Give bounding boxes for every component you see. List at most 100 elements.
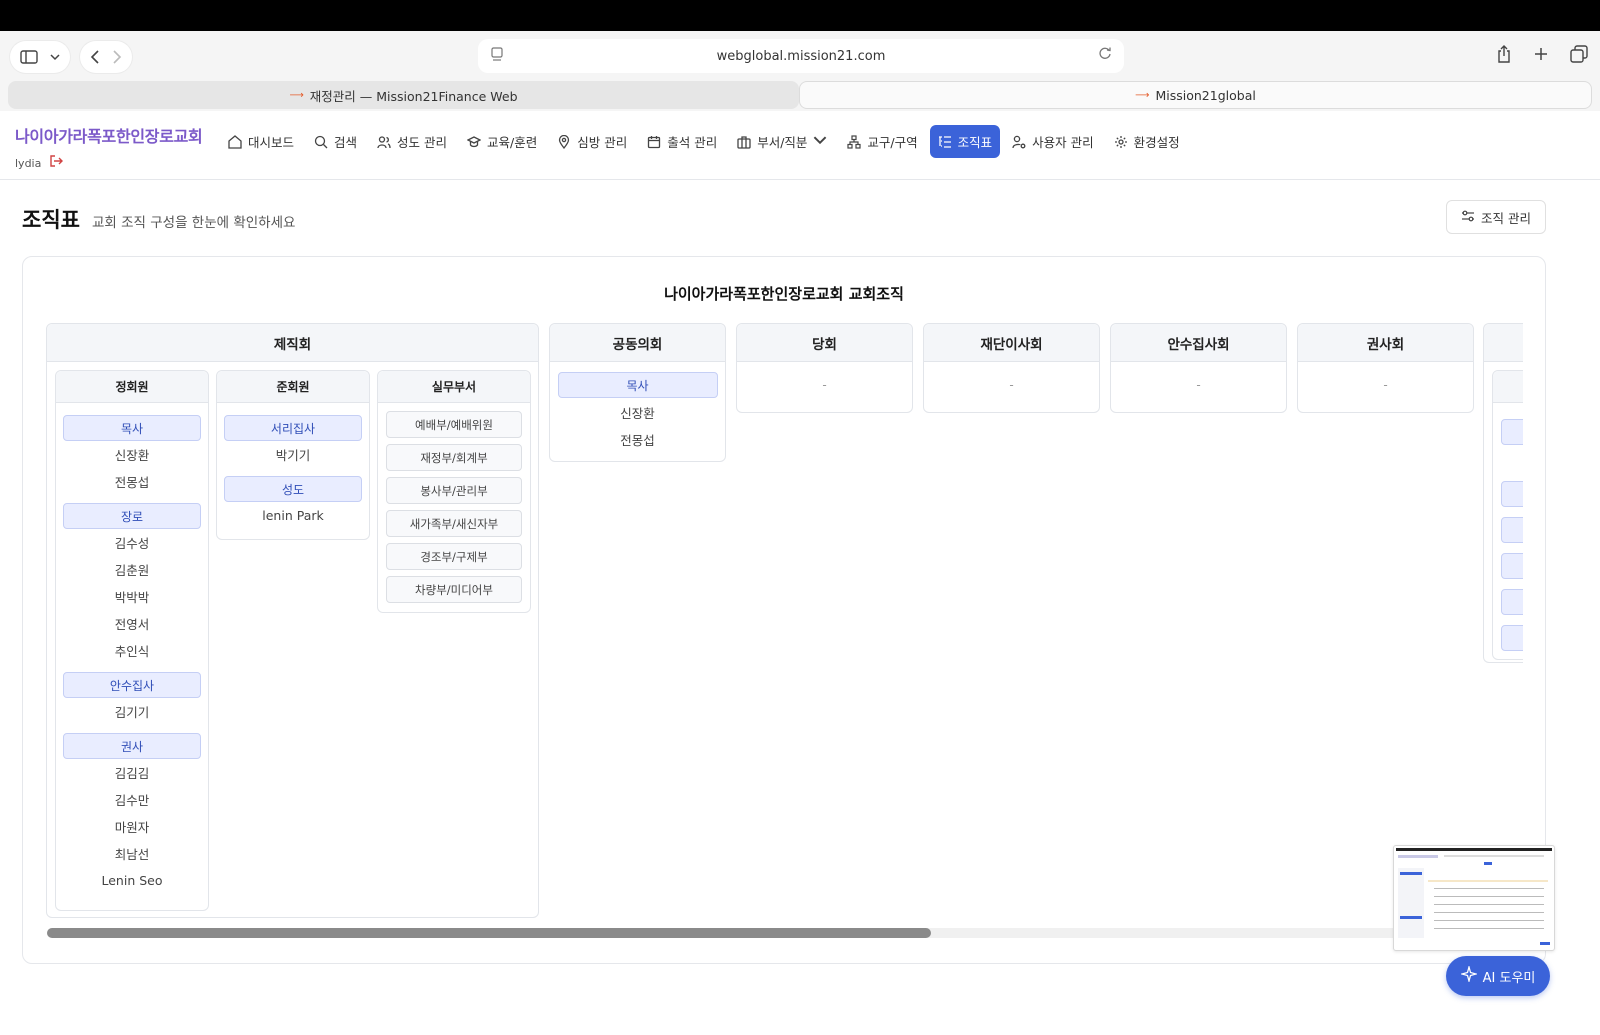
department-item[interactable]: 차량부/미디어부 xyxy=(386,576,522,603)
users-icon xyxy=(377,135,391,149)
person-name[interactable]: 신장환 xyxy=(550,399,725,426)
page-subtitle: 교회 조직 구성을 한눈에 확인하세요 xyxy=(91,215,296,231)
group-title: 재단이사회 xyxy=(924,324,1099,362)
role-tag xyxy=(1501,589,1523,615)
nav-item-5[interactable]: 출석 관리 xyxy=(639,125,725,158)
empty-placeholder: - xyxy=(1196,378,1201,392)
nav-item-1[interactable]: 검색 xyxy=(306,125,365,158)
favicon-icon: ⟶ xyxy=(289,89,304,101)
church-name[interactable]: 나이아가라폭포한인장로교회 xyxy=(15,123,203,147)
scrollbar-thumb[interactable] xyxy=(47,928,931,938)
role-list: 서리집사 박기기성도 lenin Park xyxy=(217,403,369,529)
person-name[interactable]: 박기기 xyxy=(217,441,369,468)
tab-finance[interactable]: ⟶ 재정관리 — Mission21Finance Web xyxy=(8,81,799,109)
org-chart-scroll[interactable]: 제직회 정회원 목사 신장환 전몽섭 장로 김수성 김춘원 박박박 전영서 추인식 안수집사 김기기… xyxy=(46,323,1523,923)
person-name[interactable]: Lenin Seo xyxy=(56,867,208,894)
screenshot-thumbnail[interactable] xyxy=(1393,845,1555,951)
map-pin-icon xyxy=(557,134,571,149)
calendar-icon xyxy=(647,135,661,149)
tab-label: 재정관리 — Mission21Finance Web xyxy=(309,88,518,104)
role-tag[interactable]: 서리집사 xyxy=(224,415,362,441)
role-tag xyxy=(1501,481,1523,507)
role-tag[interactable]: 성도 xyxy=(224,476,362,502)
department-item[interactable]: 경조부/구제부 xyxy=(386,543,522,570)
ai-assistant-button[interactable]: AI 도우미 xyxy=(1446,956,1550,996)
forward-icon[interactable] xyxy=(112,50,122,64)
nav-item-0[interactable]: 대시보드 xyxy=(220,125,302,158)
favicon-icon: ⟶ xyxy=(1135,89,1150,101)
main-nav: 대시보드 검색 성도 관리 교육/훈련 심방 관리 출석 관리 부서/직분 교구/구역 조직표 사… xyxy=(220,125,1188,158)
role-tag[interactable]: 목사 xyxy=(63,415,201,441)
role-tag xyxy=(1501,553,1523,579)
person-name[interactable]: lenin Park xyxy=(217,502,369,529)
nav-item-10[interactable]: 환경설정 xyxy=(1106,125,1188,158)
nav-item-3[interactable]: 교육/훈련 xyxy=(459,125,545,158)
nav-label: 성도 관리 xyxy=(397,135,448,150)
address-bar[interactable]: webglobal.mission21.com xyxy=(478,39,1124,73)
person-name[interactable]: 마원자 xyxy=(56,813,208,840)
person-name[interactable]: 전몽섭 xyxy=(550,426,725,453)
nav-item-8[interactable]: 조직표 xyxy=(929,125,1001,158)
person-name[interactable]: 김수만 xyxy=(56,786,208,813)
sub-title: 정회원 xyxy=(56,371,208,403)
sidebar-toggle[interactable] xyxy=(10,41,70,73)
app-header: 나이아가라폭포한인장로교회 lydia 대시보드 검색 성도 관리 교육/훈련 심방 관… xyxy=(0,111,1600,180)
person-name[interactable]: 김춘원 xyxy=(56,556,208,583)
role-tag xyxy=(1501,625,1523,651)
new-tab-icon[interactable] xyxy=(1534,45,1548,63)
reload-icon[interactable] xyxy=(1098,46,1112,64)
page-menu-icon[interactable] xyxy=(490,47,504,67)
person-name[interactable]: 추인식 xyxy=(56,637,208,664)
person-name[interactable]: 김기기 xyxy=(56,698,208,725)
back-icon[interactable] xyxy=(90,50,100,64)
role-tag[interactable]: 안수집사 xyxy=(63,672,201,698)
sidebar-icon[interactable] xyxy=(20,50,38,64)
person-name[interactable]: 신장환 xyxy=(56,441,208,468)
network-icon xyxy=(847,134,862,149)
sub-cutoff xyxy=(1492,370,1523,660)
nav-item-9[interactable]: 사용자 관리 xyxy=(1004,125,1101,158)
nav-label: 심방 관리 xyxy=(577,135,628,150)
chevron-down-icon[interactable] xyxy=(50,52,60,62)
person-name[interactable]: 박박박 xyxy=(56,583,208,610)
share-icon[interactable] xyxy=(1496,45,1512,63)
logout-icon[interactable] xyxy=(49,155,64,171)
empty-placeholder: - xyxy=(822,378,827,392)
ai-assistant-label: AI 도우미 xyxy=(1482,970,1536,986)
nav-item-7[interactable]: 교구/구역 xyxy=(839,125,925,158)
nav-item-2[interactable]: 성도 관리 xyxy=(369,125,455,158)
org-manage-label: 조직 관리 xyxy=(1481,210,1531,226)
macos-menubar xyxy=(0,0,1600,31)
home-icon xyxy=(228,134,242,149)
group-title: 권사회 xyxy=(1298,324,1473,362)
tab-global[interactable]: ⟶ Mission21global xyxy=(799,81,1592,109)
sub-title xyxy=(1493,371,1523,403)
sub-title: 준회원 xyxy=(217,371,369,403)
nav-item-6[interactable]: 부서/직분 xyxy=(729,125,835,158)
role-tag[interactable]: 권사 xyxy=(63,733,201,759)
person-name[interactable]: 최남선 xyxy=(56,840,208,867)
department-item[interactable]: 봉사부/관리부 xyxy=(386,477,522,504)
nav-label: 사용자 관리 xyxy=(1032,135,1094,150)
role-tag xyxy=(1501,517,1523,543)
chevron-down-icon xyxy=(813,133,827,150)
department-item[interactable]: 새가족부/새신자부 xyxy=(386,510,522,537)
department-item[interactable]: 예배부/예배위원 xyxy=(386,411,522,438)
department-item[interactable]: 재정부/회계부 xyxy=(386,444,522,471)
empty-placeholder: - xyxy=(1009,378,1014,392)
tab-overview-icon[interactable] xyxy=(1570,45,1588,63)
group-0: 당회 - xyxy=(736,323,913,413)
group-title: 공동의회 xyxy=(550,324,725,362)
person-name[interactable]: 김김김 xyxy=(56,759,208,786)
role-tag[interactable]: 장로 xyxy=(63,503,201,529)
person-name[interactable]: 전영서 xyxy=(56,610,208,637)
person-name[interactable]: 김수성 xyxy=(56,529,208,556)
person-name[interactable]: 전몽섭 xyxy=(56,468,208,495)
group-cutoff xyxy=(1483,323,1523,663)
role-tag[interactable]: 목사 xyxy=(557,372,718,398)
briefcase-icon xyxy=(737,135,751,149)
org-manage-button[interactable]: 조직 관리 xyxy=(1446,200,1546,234)
url-text[interactable]: webglobal.mission21.com xyxy=(717,49,886,64)
nav-label: 출석 관리 xyxy=(667,135,718,150)
nav-item-4[interactable]: 심방 관리 xyxy=(549,125,635,158)
